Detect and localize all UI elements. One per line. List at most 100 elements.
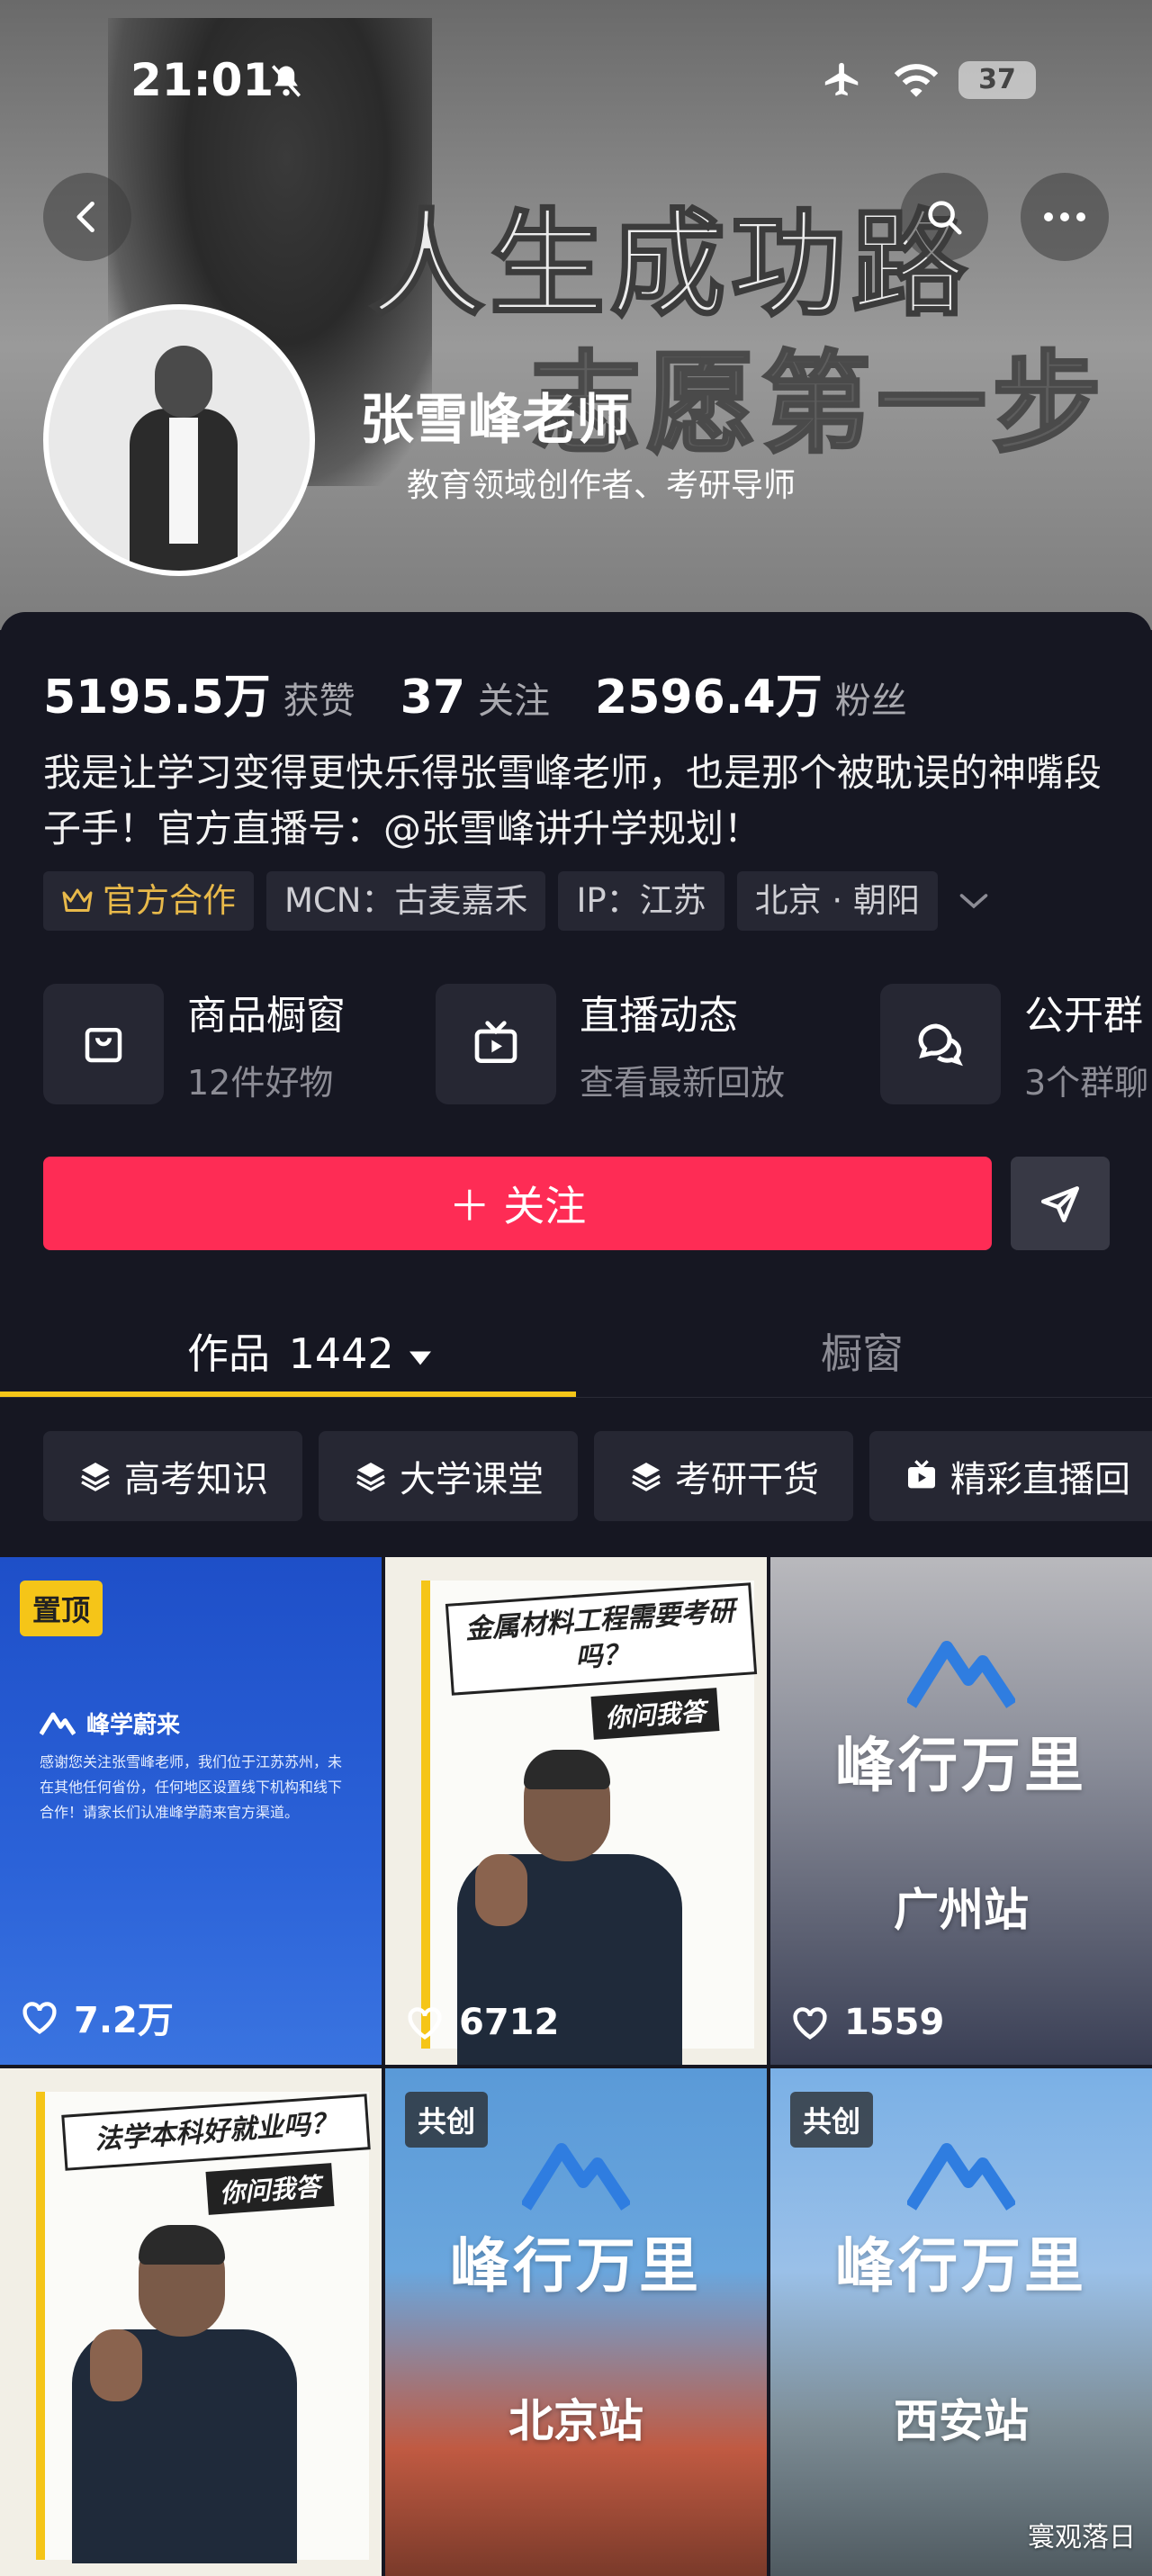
heart-icon: [408, 2007, 442, 2040]
chip-label: 考研干货: [675, 1459, 819, 1500]
tile-title: 峰行万里: [835, 2231, 1087, 2301]
official-partner-tag[interactable]: 官方合作: [43, 871, 254, 931]
back-button[interactable]: [43, 173, 131, 261]
co-creation-badge: 共创: [405, 2092, 489, 2148]
likes-count: 7.2万: [20, 1991, 174, 2043]
video-tile[interactable]: 共创 峰行万里 西安站 寰观落日: [770, 2068, 1152, 2576]
video-tile[interactable]: 共创 峰行万里 北京站: [385, 2068, 767, 2576]
feature-live-updates[interactable]: 直播动态 查看最新回放: [436, 983, 785, 1104]
likes-count: 6712: [405, 2002, 559, 2043]
tab-shop[interactable]: 橱窗: [821, 1321, 904, 1381]
bell-muted-icon: [266, 61, 306, 104]
tile-title: 峰行万里: [835, 1731, 1087, 1800]
layers-icon: [632, 1463, 661, 1491]
status-bar: 21:01 37: [0, 0, 1152, 106]
more-dots-icon: [1044, 212, 1085, 221]
likes-value: 5195.5万: [43, 671, 271, 725]
profile-subtitle: 教育领域创作者、考研导师: [407, 467, 796, 504]
feature-title: 直播动态: [580, 993, 738, 1039]
tv-icon: [908, 1460, 935, 1489]
feature-product-showcase[interactable]: 商品橱窗 12件好物: [43, 983, 346, 1104]
profile-bio: 我是让学习变得更快乐得张雪峰老师，也是那个被耽误的神嘴段子手！官方直播号：@张雪…: [43, 751, 1102, 851]
poster-subtitle: 你问我答: [590, 1688, 720, 1740]
brand-label: 峰学蔚来: [40, 1707, 180, 1740]
feature-subtitle: 查看最新回放: [580, 1063, 786, 1103]
tv-icon: [436, 983, 556, 1104]
tab-works-label: 作品: [187, 1329, 270, 1378]
pinned-badge: 置顶: [20, 1581, 104, 1636]
likes-value: 6712: [459, 2002, 560, 2043]
crown-icon: [62, 888, 93, 912]
avatar-head-shape: [155, 346, 212, 418]
tile-station: 北京站: [508, 2395, 644, 2447]
city-tag: 北京 · 朝阳: [736, 871, 938, 931]
chip-gaokao[interactable]: 高考知识: [43, 1431, 302, 1521]
video-tile[interactable]: 峰行万里 广州站 1559: [770, 1557, 1152, 2065]
send-icon: [1040, 1186, 1080, 1223]
followers-label[interactable]: 粉丝: [835, 680, 907, 722]
tab-works-count: 1442: [288, 1329, 394, 1378]
likes-value: 7.2万: [74, 2000, 174, 2041]
notice-text: 感谢您关注张雪峰老师，我们位于江苏苏州，未在其他任何省份，任何地区设置线下机构和…: [40, 1753, 343, 1821]
stats-row: 5195.5万 获赞 37 关注 2596.4万 粉丝: [43, 659, 952, 726]
search-button[interactable]: [900, 173, 988, 261]
following-value[interactable]: 37: [400, 671, 465, 725]
feature-title: 公开群: [1024, 993, 1143, 1039]
likes-value: 1559: [844, 2002, 945, 2043]
caret-down-icon: [410, 1351, 432, 1365]
tile-station: 西安站: [894, 2395, 1029, 2447]
search-icon: [928, 201, 962, 235]
tile-station: 广州站: [894, 1884, 1029, 1936]
shopping-bag-icon: [43, 983, 164, 1104]
chip-live-replay[interactable]: 精彩直播回: [869, 1431, 1152, 1521]
brand-logo-icon: [907, 2143, 1015, 2211]
mcn-tag[interactable]: MCN：古麦嘉禾: [266, 871, 546, 931]
more-button[interactable]: [1021, 173, 1109, 261]
tab-works[interactable]: 作品 1442: [187, 1321, 434, 1381]
chat-bubbles-icon: [880, 983, 1001, 1104]
video-tile[interactable]: 金属材料工程需要考研吗？ 你问我答 6712: [385, 1557, 767, 2065]
chip-label: 精彩直播回: [950, 1459, 1130, 1500]
chip-label: 高考知识: [124, 1459, 268, 1500]
video-tile[interactable]: 法学本科好就业吗？ 你问我答: [0, 2068, 382, 2576]
brand-name: 峰学蔚来: [86, 1712, 181, 1739]
feature-public-groups[interactable]: 公开群 3个群聊: [880, 983, 1148, 1104]
chip-university[interactable]: 大学课堂: [319, 1431, 578, 1521]
layers-icon: [81, 1463, 110, 1491]
ip-location-tag: IP：江苏: [558, 871, 724, 931]
heart-icon: [793, 2007, 827, 2040]
presenter-image: [63, 2221, 297, 2563]
heart-icon: [22, 2002, 57, 2034]
video-tile[interactable]: 置顶 峰学蔚来 感谢您关注张雪峰老师，我们位于江苏苏州，未在其他任何省份，任何地…: [0, 1557, 382, 2065]
avatar[interactable]: [43, 304, 315, 576]
status-time: 21:01: [130, 54, 274, 106]
follow-button[interactable]: ＋ 关注: [43, 1157, 992, 1250]
profile-tags: 官方合作 MCN：古麦嘉禾 IP：江苏 北京 · 朝阳: [43, 871, 990, 931]
poster-subtitle: 你问我答: [205, 2163, 335, 2215]
followers-value[interactable]: 2596.4万: [595, 671, 823, 725]
brand-logo-icon: [40, 1712, 76, 1735]
chevron-left-icon: [76, 201, 94, 233]
chevron-down-icon[interactable]: [958, 890, 990, 912]
feature-subtitle: 3个群聊: [1024, 1063, 1149, 1103]
feature-title: 商品橱窗: [187, 993, 346, 1039]
airplane-mode-icon: [819, 59, 866, 104]
profile-name: 张雪峰老师: [360, 389, 630, 452]
category-chips: 高考知识 大学课堂 考研干货 精彩直播回: [43, 1431, 1152, 1521]
chip-postgrad[interactable]: 考研干货: [594, 1431, 853, 1521]
feature-subtitle: 12件好物: [187, 1063, 334, 1103]
banner-headline: 人生成功路: [367, 197, 973, 334]
likes-count: 1559: [790, 2002, 944, 2043]
official-partner-label: 官方合作: [103, 881, 236, 920]
tile-title: 峰行万里: [450, 2231, 702, 2301]
brand-logo-icon: [907, 1641, 1015, 1708]
brand-logo-icon: [522, 2143, 630, 2211]
tab-divider: [0, 1397, 1152, 1398]
share-button[interactable]: [1011, 1157, 1110, 1250]
chip-label: 大学课堂: [400, 1459, 544, 1500]
avatar-shirt-shape: [169, 418, 198, 544]
wifi-icon: [891, 61, 941, 104]
following-label[interactable]: 关注: [478, 680, 550, 722]
watermark: 寰观落日: [1028, 2522, 1136, 2553]
layers-icon: [356, 1463, 385, 1491]
